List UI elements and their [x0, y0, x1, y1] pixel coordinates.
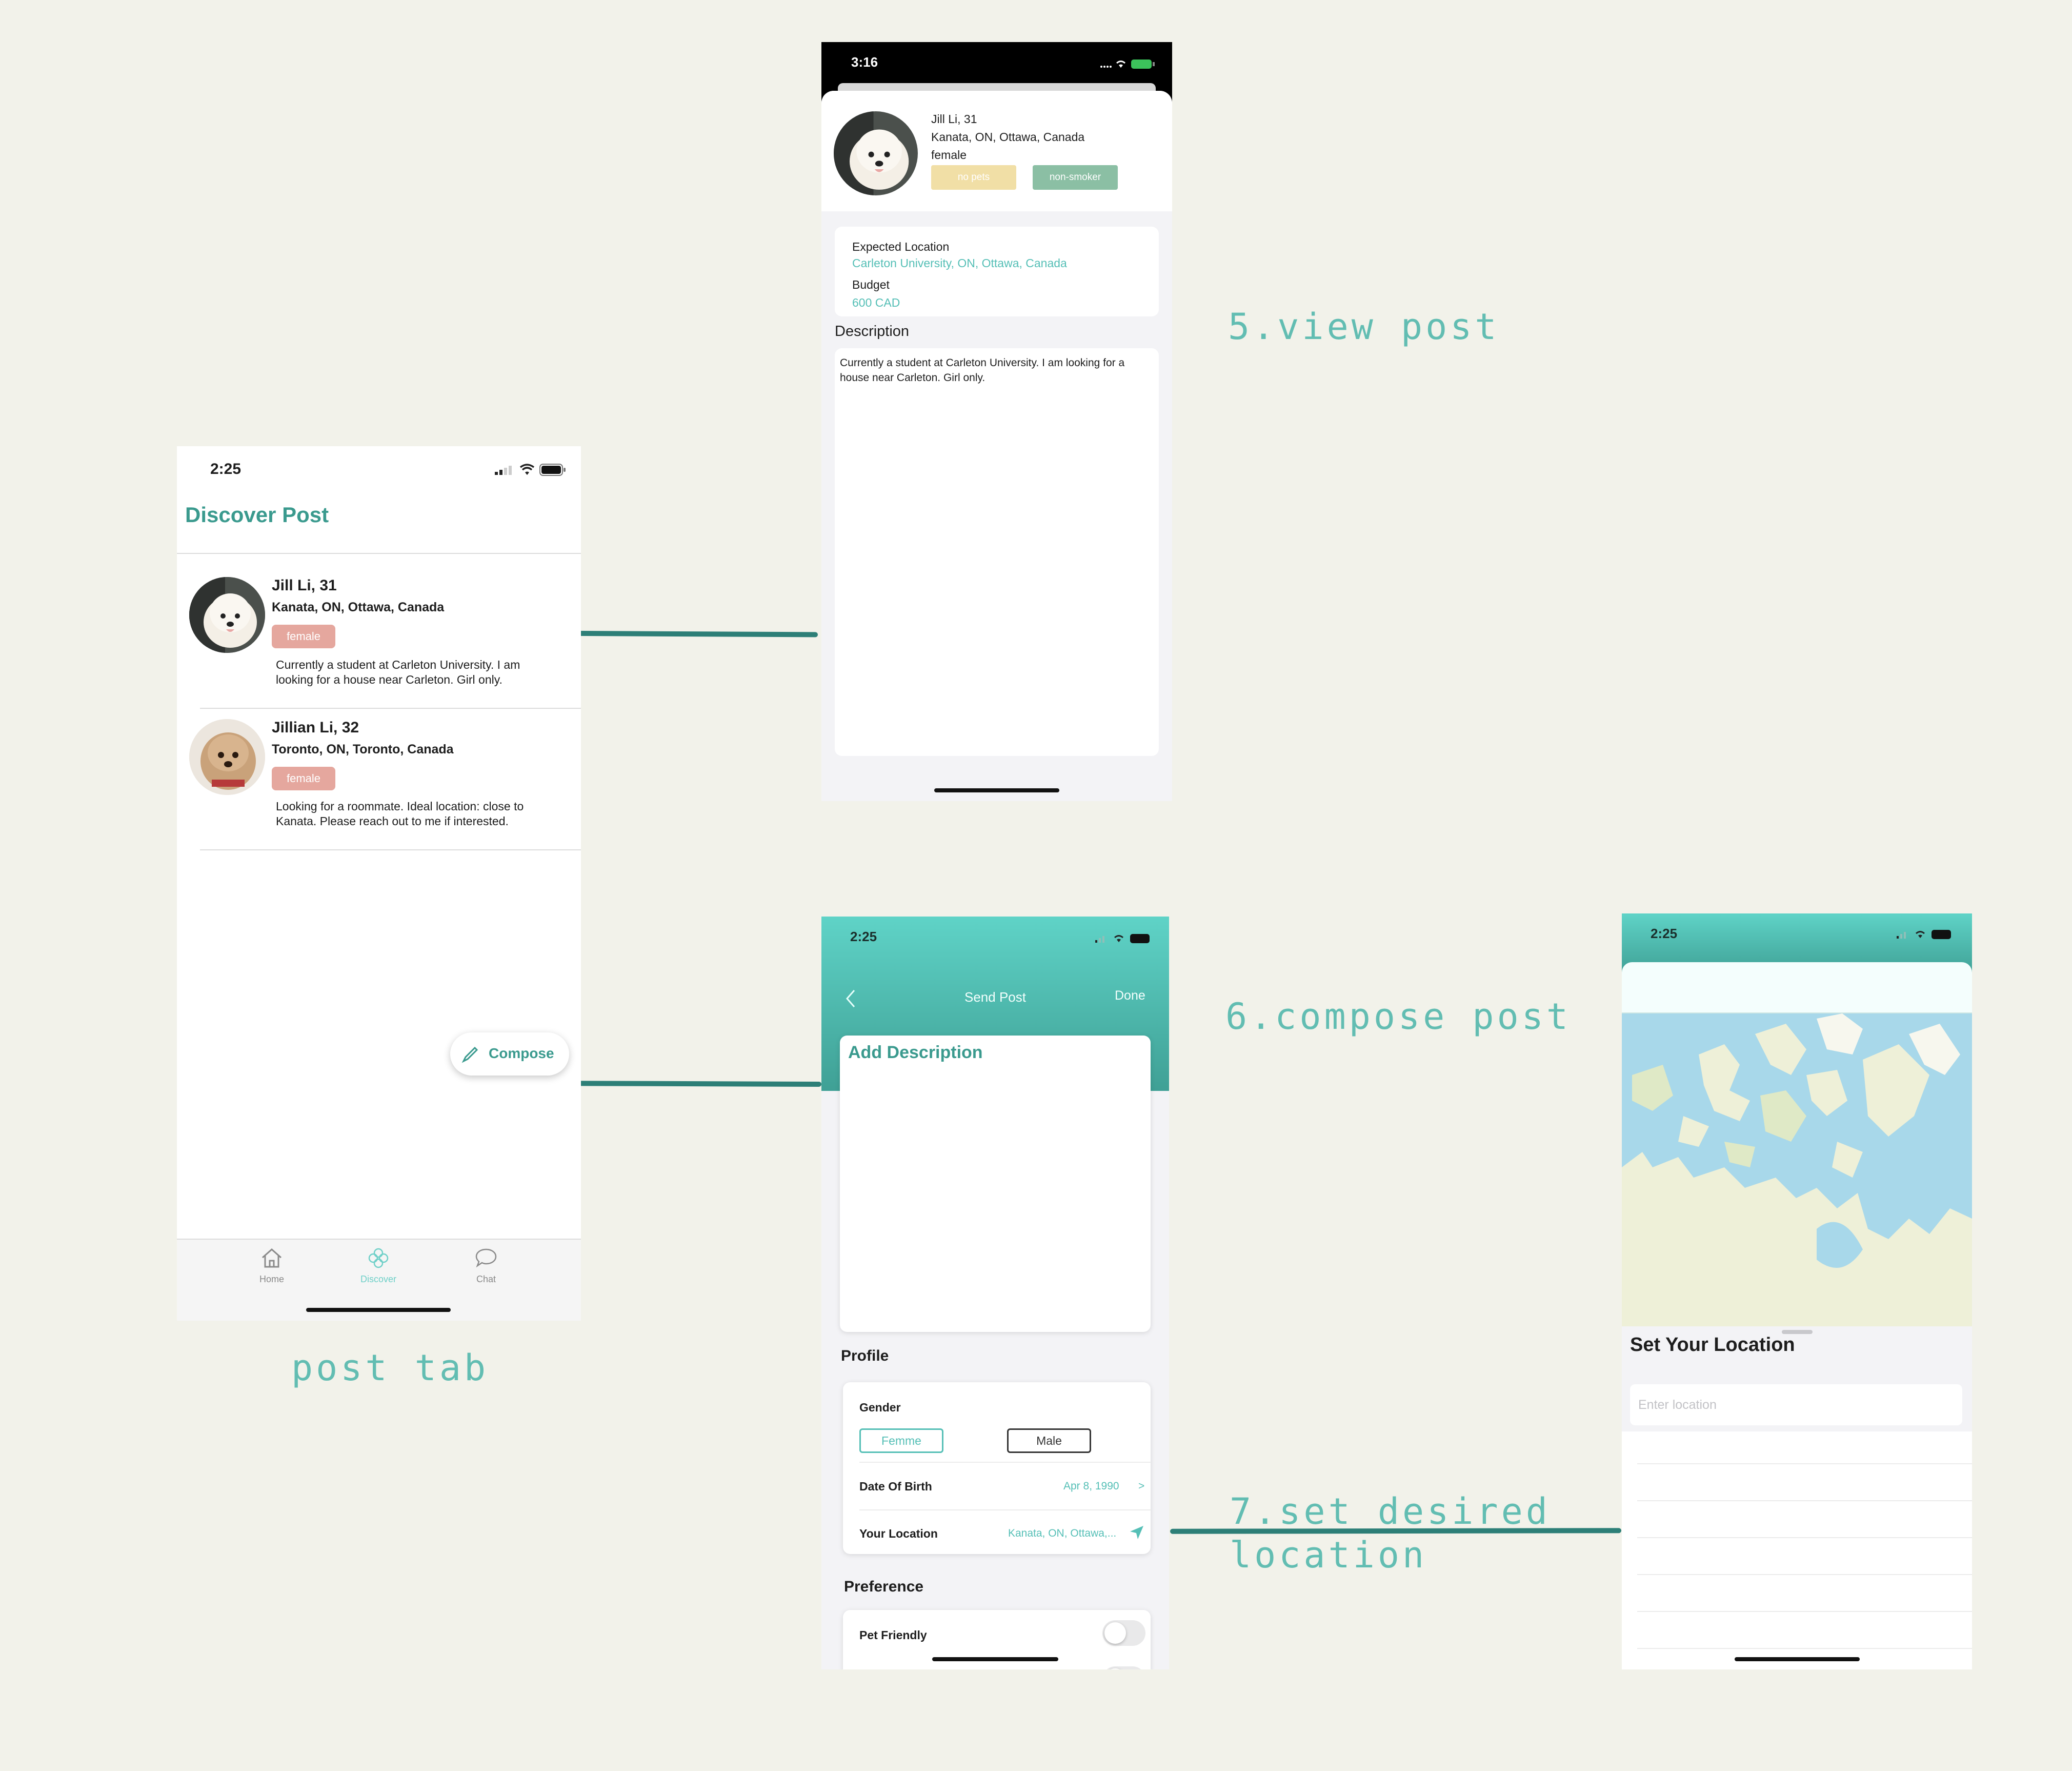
profile-location: Kanata, ON, Ottawa, Canada [931, 130, 1085, 144]
house-icon [262, 1248, 281, 1268]
signal-icon [495, 465, 515, 477]
post-name: Jillian Li, 32 [272, 719, 359, 736]
location-arrow-icon[interactable] [1129, 1525, 1144, 1540]
expected-location-value: Carleton University, ON, Ottawa, Canada [852, 256, 1067, 270]
status-icons [1896, 928, 1957, 943]
caption-set-location-2: location [1230, 1534, 1427, 1576]
no-pets-tag: no pets [931, 165, 1016, 190]
status-icons [1098, 57, 1160, 72]
add-description-label: Add Description [848, 1043, 983, 1062]
map-sheet-header [1622, 962, 1972, 1013]
tab-home[interactable]: Home [236, 1247, 308, 1294]
description-text: Currently a student at Carleton Universi… [840, 357, 1125, 384]
caption-view-post: 5.view post [1228, 306, 1500, 348]
budget-label: Budget [852, 278, 890, 291]
chevron-right-icon: > [1138, 1480, 1145, 1492]
compose-button[interactable]: Compose [450, 1032, 569, 1076]
gender-male-option[interactable]: Male [1007, 1428, 1091, 1453]
status-time: 2:25 [210, 461, 242, 477]
profile-section-label: Profile [841, 1347, 889, 1364]
avatar [189, 577, 265, 653]
results-list [1622, 1431, 1972, 1669]
pet-friendly-toggle[interactable] [1102, 1620, 1145, 1646]
home-indicator [932, 1657, 1058, 1661]
profile-gender: female [931, 148, 967, 162]
post-tab-screen: 2:25 Discover Post Jill Li, 31 Kanata, O… [177, 446, 581, 1321]
pet-friendly-label: Pet Friendly [859, 1628, 927, 1642]
your-location-row[interactable]: Your Location Kanata, ON, Ottawa,... [843, 1510, 1151, 1554]
flower-icon [368, 1248, 389, 1268]
caption-post-tab: post tab [291, 1347, 489, 1389]
pencil-icon [461, 1046, 478, 1063]
view-post-screen: 3:16 Jill Li, 31 Kanata, ON, Ottawa, Can… [821, 42, 1172, 801]
budget-value: 600 CAD [852, 296, 900, 309]
details-card: Expected Location Carleton University, O… [835, 227, 1159, 316]
gender-femme-option[interactable]: Femme [859, 1428, 943, 1453]
header-divider [177, 553, 581, 554]
compose-label: Compose [489, 1045, 554, 1061]
description-input[interactable]: Add Description [840, 1036, 1151, 1332]
post-location: Toronto, ON, Toronto, Canada [272, 742, 454, 757]
status-time: 2:25 [850, 929, 877, 944]
view-post-sheet: Jill Li, 31 Kanata, ON, Ottawa, Canada f… [821, 91, 1172, 801]
list-divider [1637, 1537, 1972, 1538]
status-time: 3:16 [851, 54, 878, 70]
list-divider [1637, 1574, 1972, 1575]
post-divider [200, 708, 581, 709]
avatar [834, 111, 918, 195]
gender-label: Gender [859, 1401, 901, 1414]
preference-toggle[interactable] [1102, 1666, 1145, 1669]
tab-label: Chat [476, 1274, 496, 1284]
profile-card: Gender Femme Male Date Of Birth Apr 8, 1… [843, 1382, 1151, 1554]
description-label: Description [835, 323, 910, 340]
dob-value: Apr 8, 1990 [1063, 1480, 1119, 1492]
home-indicator [934, 788, 1059, 792]
post-divider [200, 849, 581, 850]
post-description: Looking for a roommate. Ideal location: … [276, 800, 524, 828]
compose-screen: 2:25 Send Post Done Add Description Prof… [821, 917, 1169, 1669]
set-location-title: Set Your Location [1630, 1334, 1795, 1356]
list-divider [1637, 1648, 1972, 1649]
profile-name: Jill Li, 31 [931, 112, 977, 126]
list-divider [1637, 1500, 1972, 1501]
list-divider [1637, 1611, 1972, 1612]
tab-label: Home [259, 1274, 284, 1284]
post-name: Jill Li, 31 [272, 577, 337, 594]
post-location: Kanata, ON, Ottawa, Canada [272, 600, 445, 614]
expected-location-label: Expected Location [852, 240, 950, 253]
gender-tag: female [272, 625, 335, 648]
tab-discover[interactable]: Discover [343, 1247, 414, 1294]
preference-section-label: Preference [844, 1578, 924, 1595]
description-card: Currently a student at Carleton Universi… [835, 348, 1159, 756]
status-time: 2:25 [1651, 926, 1678, 941]
page-title: Discover Post [185, 503, 329, 527]
connector-post-to-view [539, 630, 818, 638]
done-button[interactable]: Done [1115, 988, 1145, 1003]
map-view[interactable] [1622, 1013, 1972, 1326]
tab-label: Discover [360, 1274, 396, 1284]
connector-location-to-map [1170, 1528, 1622, 1534]
dob-label: Date Of Birth [859, 1480, 932, 1493]
dob-row[interactable]: Date Of Birth Apr 8, 1990 > [843, 1463, 1151, 1508]
home-indicator [1735, 1657, 1860, 1661]
battery-icon [539, 463, 566, 479]
wifi-icon [519, 464, 535, 479]
tab-chat[interactable]: Chat [450, 1247, 522, 1294]
list-divider [1637, 1463, 1972, 1464]
row-divider [859, 1462, 1151, 1463]
chat-bubble-icon [475, 1248, 497, 1268]
sheet-grabber[interactable] [1782, 1330, 1813, 1334]
home-indicator [306, 1308, 451, 1312]
caption-compose-post: 6.compose post [1225, 996, 1572, 1038]
your-location-value: Kanata, ON, Ottawa,... [1008, 1527, 1117, 1539]
post-description: Currently a student at Carleton Universi… [276, 658, 520, 686]
avatar [189, 719, 265, 795]
non-smoker-tag: non-smoker [1033, 165, 1118, 190]
gender-tag: female [272, 767, 335, 790]
set-location-screen: 2:25 Set Your Location Enter location [1622, 913, 1972, 1669]
your-location-label: Your Location [859, 1527, 938, 1540]
status-icons [1094, 932, 1156, 947]
location-search-input[interactable]: Enter location [1630, 1384, 1962, 1425]
caption-set-location-1: 7.set desired [1230, 1490, 1551, 1533]
